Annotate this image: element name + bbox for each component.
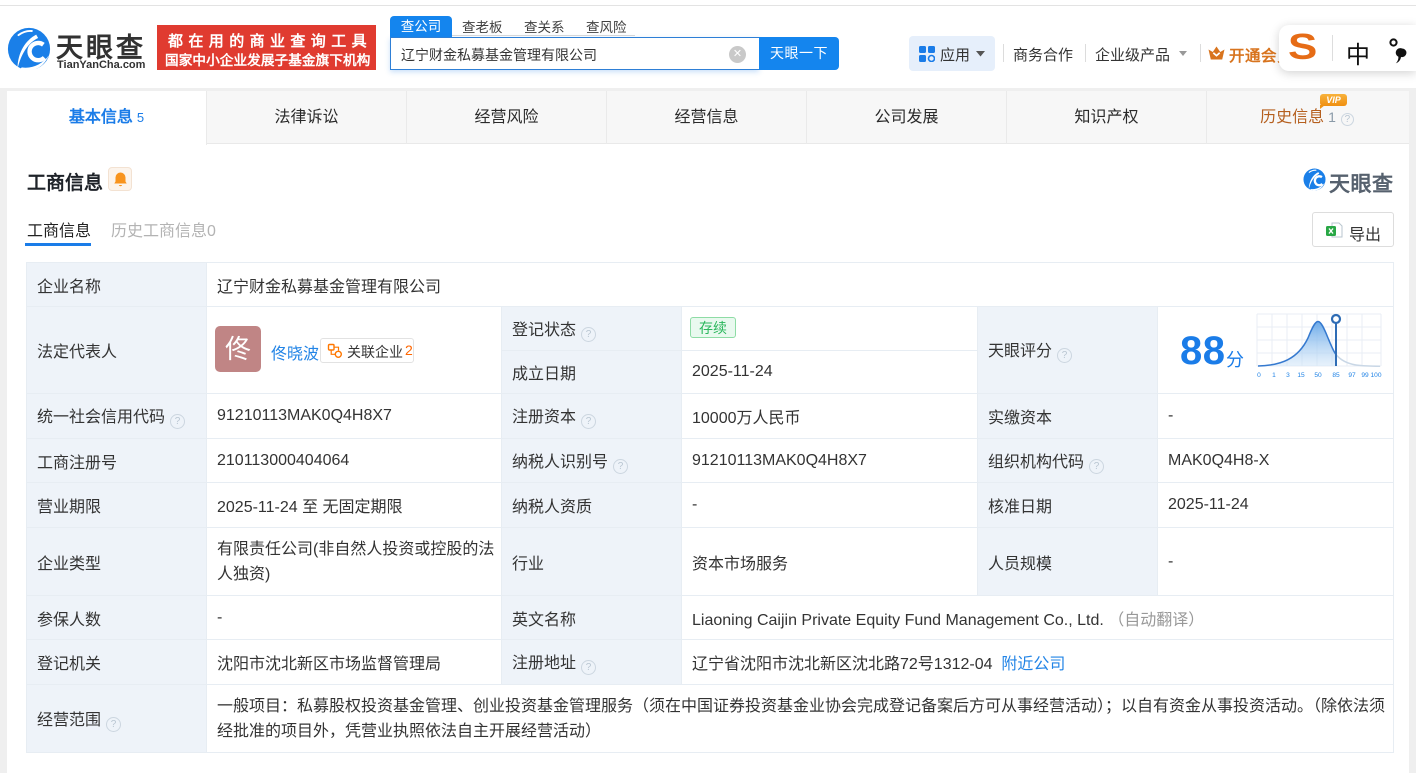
svg-text:1: 1: [1272, 372, 1276, 379]
svg-text:15: 15: [1297, 372, 1305, 379]
svg-text:97: 97: [1348, 372, 1356, 379]
svg-text:85: 85: [1332, 372, 1340, 379]
svg-text:50: 50: [1314, 372, 1322, 379]
svg-text:3: 3: [1286, 372, 1290, 379]
svg-text:100: 100: [1370, 372, 1381, 379]
svg-text:0: 0: [1257, 372, 1261, 379]
svg-text:99: 99: [1361, 372, 1369, 379]
